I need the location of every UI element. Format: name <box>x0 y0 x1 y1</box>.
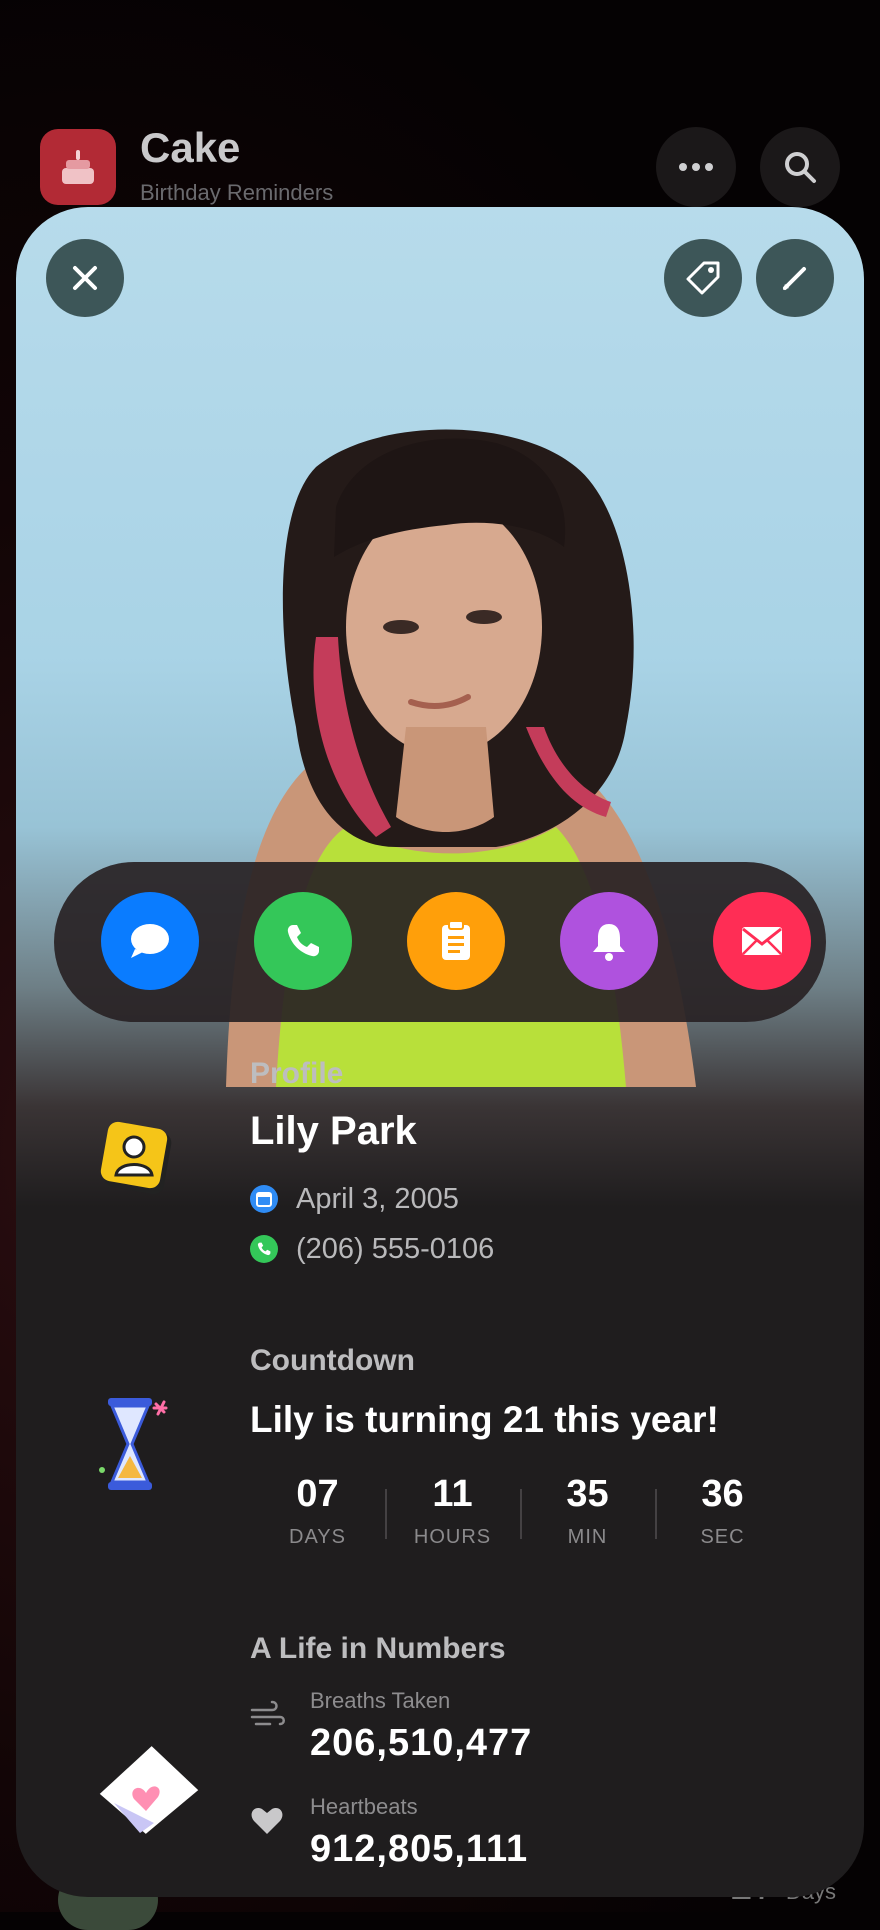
birthday-row: April 3, 2005 <box>250 1182 459 1216</box>
contact-name: Lily Park <box>250 1109 417 1153</box>
more-button[interactable] <box>656 127 736 207</box>
clipboard-icon <box>442 920 470 960</box>
heartbeats-value: 912,805,111 <box>310 1828 529 1870</box>
heartbeats-label: Heartbeats <box>310 1794 418 1819</box>
life-numbers-label: A Life in Numbers <box>250 1632 506 1665</box>
calendar-icon <box>250 1185 278 1213</box>
countdown-timer: 07 DAYS 11 HOURS 35 MIN 36 SEC <box>250 1469 790 1569</box>
countdown-seconds: 36 SEC <box>655 1469 790 1569</box>
hourglass-icon <box>94 1394 178 1499</box>
countdown-hours: 11 HOURS <box>385 1469 520 1569</box>
reminder-button[interactable] <box>560 892 658 990</box>
birthday-text: April 3, 2005 <box>296 1182 459 1215</box>
call-button[interactable] <box>254 892 352 990</box>
wind-icon <box>250 1700 286 1735</box>
countdown-section: Countdown Lily is turning 21 this year! … <box>54 1344 826 1614</box>
app-subtitle: Birthday Reminders <box>140 180 334 205</box>
message-button[interactable] <box>101 892 199 990</box>
heart-icon <box>250 1806 284 1841</box>
countdown-days: 07 DAYS <box>289 1473 346 1548</box>
speech-bubble-icon <box>131 924 169 958</box>
search-button[interactable] <box>760 127 840 207</box>
email-button[interactable] <box>713 892 811 990</box>
phone-text: (206) 555-0106 <box>296 1232 495 1265</box>
heart-letter-icon <box>94 1737 204 1842</box>
tag-button[interactable] <box>664 239 742 317</box>
edit-button[interactable] <box>756 239 834 317</box>
envelope-icon <box>742 927 782 955</box>
phone-icon <box>287 925 319 957</box>
close-icon <box>73 266 97 290</box>
countdown-label: Countdown <box>250 1344 415 1377</box>
countdown-headline: Lily is turning 21 this year! <box>250 1399 719 1440</box>
countdown-minutes: 35 MIN <box>520 1469 655 1569</box>
breaths-value: 206,510,477 <box>310 1722 533 1764</box>
pencil-icon <box>783 267 806 290</box>
bell-icon <box>593 924 625 961</box>
profile-section: Profile Lily Park April 3, 2005 (206) 55… <box>54 1057 826 1307</box>
close-button[interactable] <box>46 239 124 317</box>
notes-button[interactable] <box>407 892 505 990</box>
quick-action-bar <box>54 862 826 1022</box>
profile-label: Profile <box>250 1057 344 1090</box>
tag-icon <box>686 261 720 295</box>
ellipsis-icon <box>679 163 713 171</box>
cake-app-icon <box>40 129 116 205</box>
app-title: Cake <box>140 124 241 171</box>
search-icon <box>785 152 816 183</box>
phone-row[interactable]: (206) 555-0106 <box>250 1232 494 1266</box>
contact-card-icon <box>94 1117 174 1202</box>
phone-small-icon <box>250 1235 278 1263</box>
life-numbers-section: A Life in Numbers Breaths Taken 206,510,… <box>54 1632 826 1897</box>
contact-card: Profile Lily Park April 3, 2005 (206) 55… <box>16 207 864 1897</box>
breaths-label: Breaths Taken <box>310 1688 451 1713</box>
